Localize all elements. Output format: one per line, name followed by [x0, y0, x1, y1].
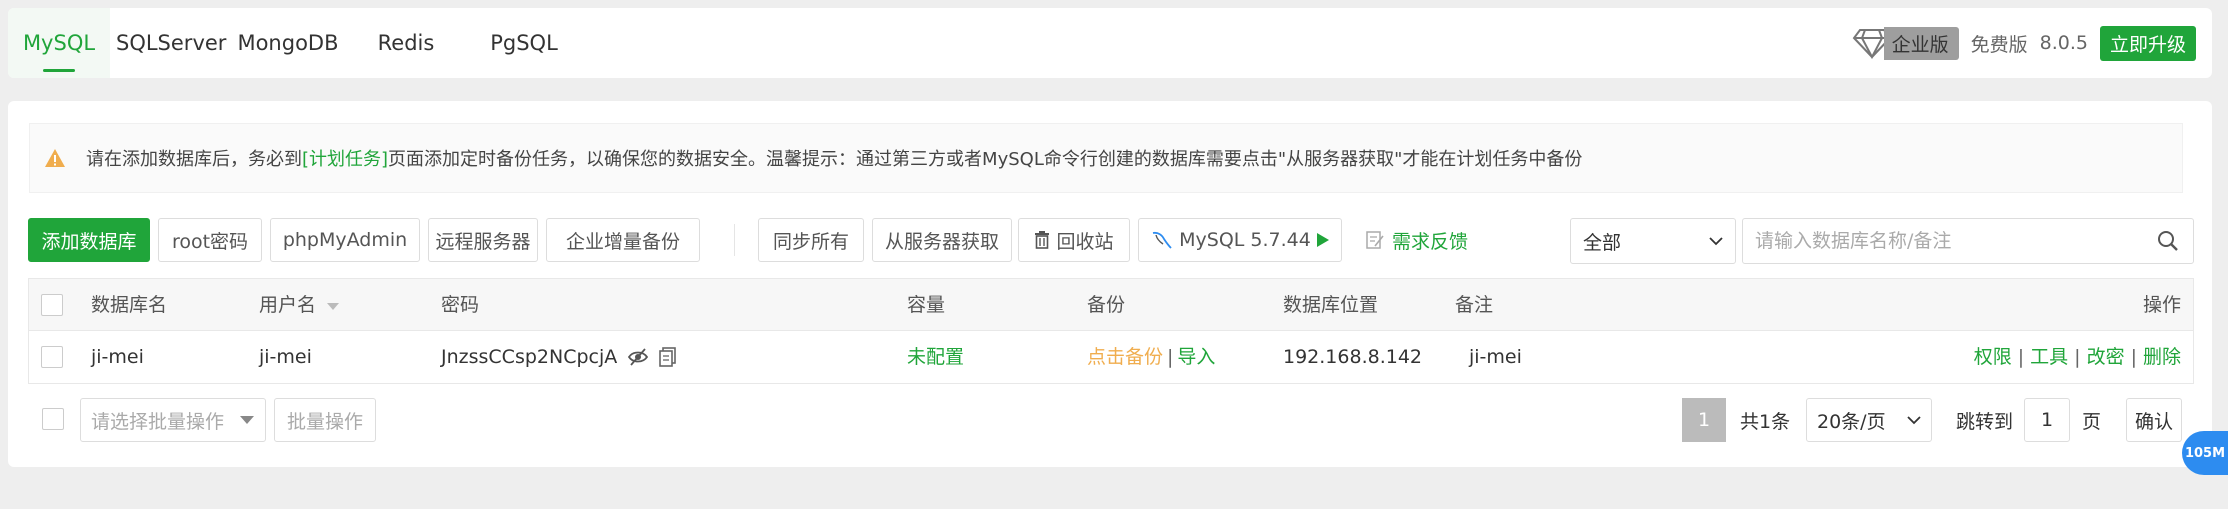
row-password-value: JnzssCCsp2NCpcjA [441, 346, 618, 368]
mysql-version-label: MySQL 5.7.44 [1179, 229, 1311, 251]
enterprise-backup-button[interactable]: 企业增量备份 [546, 218, 700, 262]
permission-link[interactable]: 权限 [1974, 346, 2012, 368]
row-username: ji-mei [259, 346, 312, 368]
feedback-label: 需求反馈 [1392, 230, 1469, 253]
row-actions: 权限 | 工具 | 改密 | 删除 [1973, 346, 2181, 368]
mysql-dolphin-icon [1152, 231, 1172, 249]
search-icon[interactable] [2157, 230, 2179, 252]
version-label: 8.0.5 [2039, 32, 2088, 54]
phpmyadmin-button[interactable]: phpMyAdmin [270, 218, 420, 262]
remote-server-button[interactable]: 远程服务器 [428, 218, 538, 262]
row-checkbox[interactable] [41, 346, 63, 368]
add-database-button[interactable]: 添加数据库 [28, 218, 150, 262]
fetch-from-server-button[interactable]: 从服务器获取 [872, 218, 1012, 262]
tab-sqlserver[interactable]: SQLServer [116, 8, 226, 78]
enterprise-badge[interactable]: 企业版 [1852, 26, 1959, 60]
select-all-checkbox[interactable] [41, 294, 63, 316]
db-filter-select[interactable]: 全部 [1570, 218, 1736, 264]
main-panel: 请在添加数据库后，务必到 [计划任务] 页面添加定时备份任务，以确保您的数据安全… [8, 101, 2212, 467]
table-row: ji-mei ji-mei JnzssCCsp2NCpcjA 未配置 点击备份 … [29, 331, 2193, 383]
edition-info: 企业版 免费版 8.0.5 立即升级 [1852, 8, 2196, 78]
recycle-bin-label: 回收站 [1056, 230, 1114, 253]
per-page-select[interactable]: 20条/页 [1806, 398, 1932, 442]
delete-link[interactable]: 删除 [2143, 346, 2181, 368]
header-backup: 备份 [1087, 294, 1126, 316]
table-header: 数据库名 用户名 密码 容量 备份 数据库位置 备注 操作 [29, 279, 2193, 331]
header-password: 密码 [441, 294, 480, 316]
header-capacity: 容量 [907, 294, 946, 316]
pagination-current-page[interactable]: 1 [1682, 398, 1726, 442]
play-icon [1316, 233, 1329, 247]
header-username-label: 用户名 [259, 294, 317, 316]
backup-now-link[interactable]: 点击备份 [1087, 346, 1163, 368]
row-db-name[interactable]: ji-mei [91, 331, 144, 383]
batch-select-placeholder: 请选择批量操作 [91, 410, 225, 433]
db-toolbar: 添加数据库 root密码 phpMyAdmin 远程服务器 企业增量备份 同步所… [28, 218, 2194, 264]
sync-all-button[interactable]: 同步所有 [758, 218, 864, 262]
free-edition-label: 免费版 [1970, 33, 2028, 56]
eye-toggle-icon[interactable] [627, 347, 649, 367]
header-remark: 备注 [1455, 294, 1494, 316]
tab-pgsql[interactable]: PgSQL [464, 8, 584, 78]
header-actions: 操作 [2142, 294, 2181, 316]
sort-down-icon [327, 303, 340, 310]
notice-text-after: 页面添加定时备份任务，以确保您的数据安全。温馨提示：通过第三方或者MySQL命令… [388, 149, 1583, 170]
copy-icon[interactable] [659, 347, 677, 367]
pagination-total: 共1条 [1740, 410, 1791, 433]
change-password-link[interactable]: 改密 [2087, 346, 2125, 368]
row-location: 192.168.8.142 [1283, 346, 1423, 368]
caret-down-icon [240, 416, 254, 424]
schedule-task-link[interactable]: [计划任务] [302, 145, 388, 171]
db-search-input[interactable] [1743, 219, 2157, 263]
row-capacity[interactable]: 未配置 [907, 331, 964, 383]
memory-usage-badge[interactable]: 105M [2182, 431, 2228, 475]
header-username[interactable]: 用户名 [259, 279, 340, 331]
tab-mongodb[interactable]: MongoDB [228, 8, 348, 78]
warning-icon [45, 149, 65, 167]
notice-text-before: 请在添加数据库后，务必到 [86, 149, 302, 170]
row-remark[interactable]: ji-mei [1469, 331, 1522, 383]
upgrade-button[interactable]: 立即升级 [2099, 25, 2196, 61]
chevron-down-icon [1709, 237, 1723, 246]
db-search-box [1742, 218, 2194, 264]
toolbar-divider [734, 224, 735, 256]
per-page-value: 20条/页 [1817, 410, 1886, 433]
jump-confirm-button[interactable]: 确认 [2126, 398, 2182, 442]
tab-mysql[interactable]: MySQL [8, 8, 110, 78]
db-type-tabbar: MySQL SQLServer MongoDB Redis PgSQL 企业版 … [8, 8, 2212, 78]
jump-page-input[interactable]: 1 [2024, 398, 2070, 442]
mysql-version-button[interactable]: MySQL 5.7.44 [1138, 218, 1342, 262]
database-table: 数据库名 用户名 密码 容量 备份 数据库位置 备注 操作 ji-mei ji-… [28, 278, 2194, 384]
header-location: 数据库位置 [1283, 294, 1379, 316]
recycle-bin-button[interactable]: 回收站 [1018, 218, 1130, 262]
header-db-name: 数据库名 [91, 294, 168, 316]
trash-icon [1035, 231, 1050, 249]
backup-notice: 请在添加数据库后，务必到 [计划任务] 页面添加定时备份任务，以确保您的数据安全… [29, 123, 2183, 193]
row-backup: 点击备份 | 导入 [1087, 346, 1216, 368]
enterprise-label: 企业版 [1883, 26, 1959, 60]
batch-operation-button[interactable]: 批量操作 [274, 398, 376, 442]
edit-note-icon [1366, 231, 1384, 249]
chevron-down-icon [1907, 416, 1921, 425]
batch-operation-select[interactable]: 请选择批量操作 [80, 398, 266, 442]
jump-to-label: 跳转到 [1956, 410, 2014, 433]
filter-selected-value: 全部 [1583, 231, 1622, 254]
import-link[interactable]: 导入 [1177, 346, 1215, 368]
row-password: JnzssCCsp2NCpcjA [441, 331, 677, 383]
tab-redis[interactable]: Redis [356, 8, 456, 78]
root-password-button[interactable]: root密码 [158, 218, 262, 262]
feedback-link[interactable]: 需求反馈 [1366, 218, 1468, 262]
footer-select-all-checkbox[interactable] [42, 408, 64, 430]
tools-link[interactable]: 工具 [2030, 346, 2068, 368]
page-unit-label: 页 [2082, 410, 2102, 433]
